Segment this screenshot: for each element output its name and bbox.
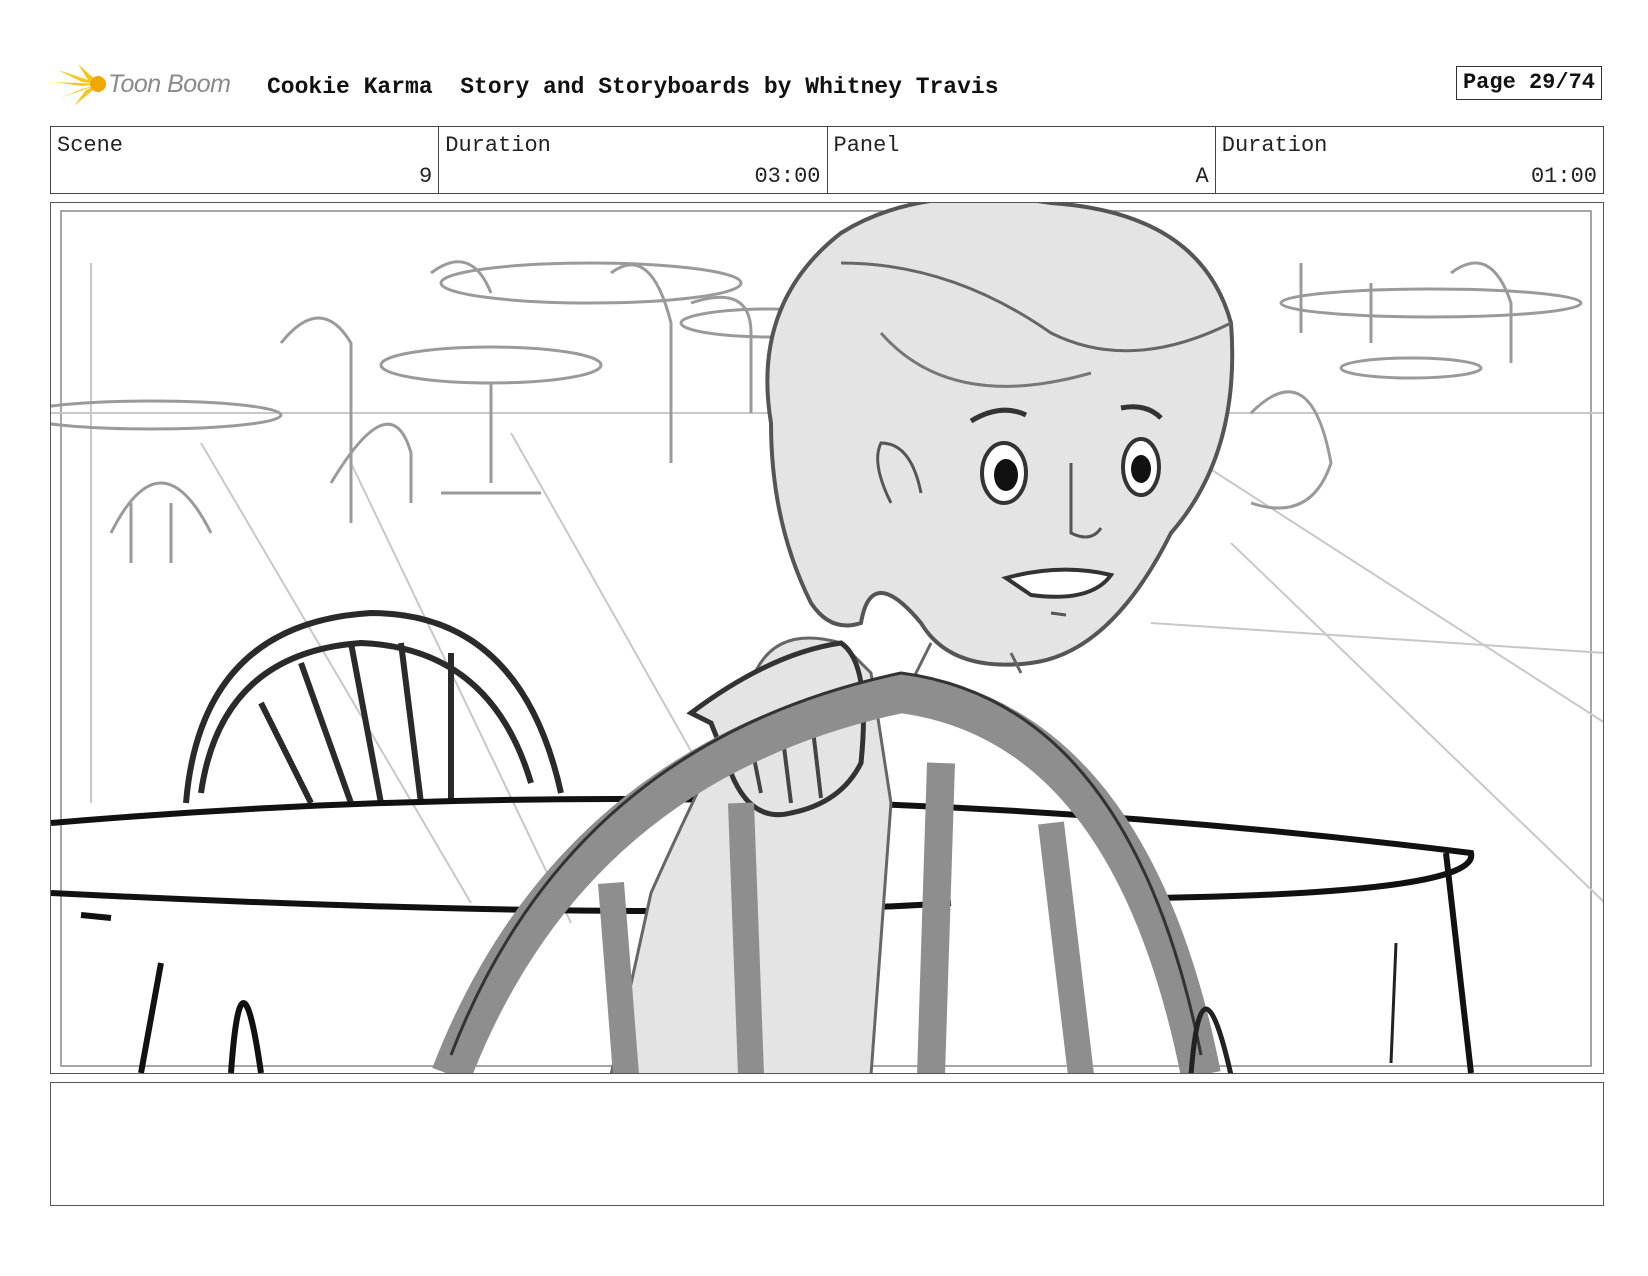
foreground-chair-left — [183, 609, 564, 805]
panel-duration-cell: Duration 01:00 — [1216, 127, 1603, 193]
foreground-chair-back — [432, 671, 1398, 1073]
page-header: Toon Boom Cookie Karma Story and Storybo… — [52, 58, 1602, 110]
scene-duration-value: 03:00 — [754, 164, 821, 189]
panel-sketch — [51, 203, 1603, 1073]
storyboard-panel — [50, 202, 1604, 1074]
panel-duration-label: Duration — [1221, 133, 1328, 158]
panel-notes-box — [50, 1082, 1604, 1206]
panel-duration-value: 01:00 — [1530, 164, 1597, 189]
panel-value: A — [1195, 164, 1209, 189]
panel-cell: Panel A — [828, 127, 1216, 193]
page-number: Page 29/74 — [1455, 66, 1602, 100]
logo-text: Toon Boom — [108, 70, 231, 98]
scene-duration-cell: Duration 03:00 — [439, 127, 828, 193]
scene-label: Scene — [57, 133, 124, 158]
scene-cell: Scene 9 — [51, 127, 440, 193]
scene-duration-label: Duration — [445, 133, 551, 158]
project-title: Cookie Karma Story and Storyboards by Wh… — [267, 74, 999, 100]
scene-info-table: Scene 9 Duration 03:00 Panel A Duration … — [50, 126, 1604, 194]
toon-boom-logo: Toon Boom — [52, 62, 252, 108]
scene-value: 9 — [419, 164, 433, 189]
sunburst-icon — [54, 64, 106, 106]
panel-label: Panel — [833, 133, 900, 158]
